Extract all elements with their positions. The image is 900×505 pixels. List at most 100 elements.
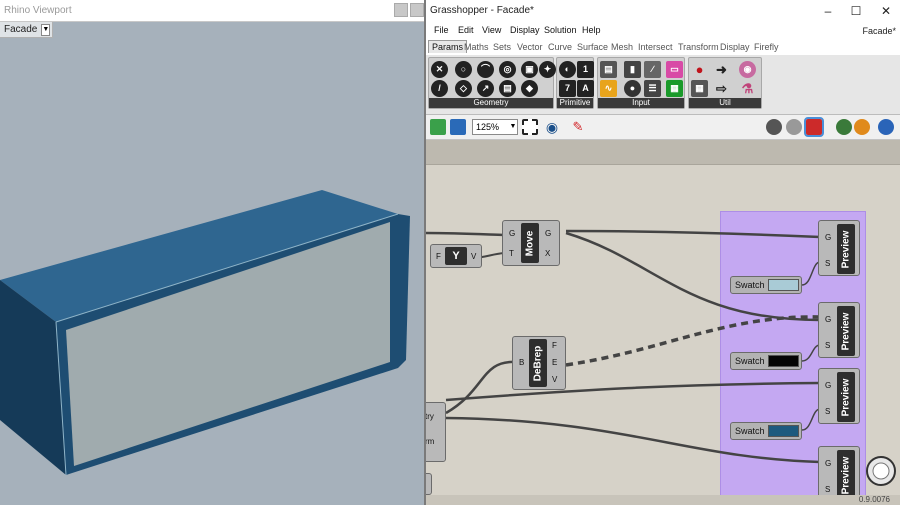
maximize-button[interactable]: ☐	[842, 2, 870, 20]
plane-param-icon[interactable]: ◇	[455, 80, 472, 97]
viewport-name-tab[interactable]: Facade ▼	[0, 22, 54, 38]
preview-wire-icon[interactable]	[766, 119, 782, 135]
menu-file[interactable]: File	[434, 25, 449, 35]
circle-param-icon[interactable]: ○	[455, 61, 472, 78]
eye-preview-icon[interactable]: ◉	[544, 119, 560, 135]
menu-help[interactable]: Help	[582, 25, 601, 35]
input-port-label: F	[436, 252, 441, 261]
panel-param-icon[interactable]: ▤	[600, 61, 617, 78]
digit-scroller-icon[interactable]: ●	[624, 80, 641, 97]
tab-sets[interactable]: Sets	[493, 42, 511, 52]
point-param-icon[interactable]: ✕	[431, 61, 448, 78]
gh-titlebar: Grasshopper - Facade* – ☐ ✕	[426, 0, 900, 22]
field-param-icon[interactable]: ✦	[539, 61, 556, 78]
import-param-icon[interactable]: ▦	[666, 80, 683, 97]
canvas-navigation-widget[interactable]	[864, 454, 898, 488]
menu-display[interactable]: Display	[510, 25, 540, 35]
tab-vector[interactable]: Vector	[517, 42, 543, 52]
tab-maths[interactable]: Maths	[464, 42, 489, 52]
toggle-param-icon[interactable]: ▮	[624, 61, 641, 78]
preview-component[interactable]: G S Preview	[818, 302, 860, 358]
tab-firefly[interactable]: Firefly	[754, 42, 779, 52]
preview-component[interactable]: G S Preview	[818, 220, 860, 276]
input-port-label: S	[825, 407, 831, 416]
tab-params[interactable]: Params	[428, 40, 468, 53]
tab-curve[interactable]: Curve	[548, 42, 572, 52]
arrow-outline-icon[interactable]: ⇨	[713, 80, 730, 97]
swatch-ball-icon[interactable]: ◉	[739, 61, 756, 78]
surface-param-icon[interactable]: ▤	[499, 80, 516, 97]
rhino-viewport[interactable]: Rhino Viewport Facade ▼	[0, 0, 424, 505]
input-port-label: G	[825, 315, 832, 324]
gh-canvas[interactable]: F Y V G T Move G X B DeBrep F E V try rm…	[426, 140, 900, 495]
debrep-component[interactable]: B DeBrep F E V	[512, 336, 566, 390]
tab-mesh[interactable]: Mesh	[611, 42, 633, 52]
move-component[interactable]: G T Move G X	[502, 220, 560, 266]
menu-edit[interactable]: Edit	[458, 25, 474, 35]
brep-param-icon[interactable]: ◎	[499, 61, 516, 78]
value-list-icon[interactable]: ☰	[644, 80, 661, 97]
arrow-right-icon[interactable]: ➜	[713, 61, 730, 78]
number-param-icon[interactable]: 7	[559, 80, 576, 97]
preview-component[interactable]: G S Preview	[818, 446, 860, 495]
input-port-label: S	[825, 485, 831, 494]
output-port-label: X	[545, 249, 551, 258]
save-file-icon[interactable]	[450, 119, 466, 135]
swatch-component[interactable]: Swatch	[730, 422, 802, 440]
panel-label-primitive: Primitive	[557, 98, 593, 108]
swatch-component[interactable]: Swatch	[730, 276, 802, 294]
chevron-down-icon[interactable]: ▼	[508, 119, 518, 135]
open-file-icon[interactable]	[430, 119, 446, 135]
geometry-param[interactable]: try rm	[426, 402, 446, 462]
jump-param-icon[interactable]: ▦	[691, 80, 708, 97]
boolean-param-icon[interactable]: ◐	[559, 61, 576, 78]
tab-transform[interactable]: Transform	[678, 42, 719, 52]
wire	[445, 360, 517, 415]
material-icon[interactable]	[854, 119, 870, 135]
flask-icon[interactable]: ⚗	[739, 80, 756, 97]
tab-intersect[interactable]: Intersect	[638, 42, 673, 52]
box-param-icon[interactable]: ◆	[521, 80, 538, 97]
line-param-icon[interactable]: /	[431, 80, 448, 97]
menu-solution[interactable]: Solution	[544, 25, 577, 35]
minimize-button[interactable]: –	[814, 2, 842, 20]
preview-selected-icon[interactable]	[804, 117, 824, 137]
bake-icon[interactable]	[836, 119, 852, 135]
close-button[interactable]: ✕	[872, 2, 900, 20]
tab-surface[interactable]: Surface	[577, 42, 608, 52]
preview-shaded-icon[interactable]	[786, 119, 802, 135]
swatch-color-black[interactable]	[768, 355, 799, 367]
component-ribbon: ✕ ○ ⌒ ◎ ▣ ✦ / ◇ ↗ ▤ ◆ Geometry ◐ 1 7 A P…	[426, 55, 900, 115]
text-param-icon[interactable]: A	[577, 80, 594, 97]
globe-icon[interactable]	[878, 119, 894, 135]
mesh-param-icon[interactable]: ▣	[521, 61, 538, 78]
input-port-label: S	[825, 341, 831, 350]
param-stub[interactable]	[426, 473, 432, 495]
viewport-close-button[interactable]	[410, 3, 424, 17]
panel-label-input: Input	[598, 98, 684, 108]
sketch-pen-icon[interactable]: ✎	[570, 119, 586, 135]
chevron-down-icon[interactable]: ▼	[41, 23, 51, 36]
swatch-color-light-blue[interactable]	[768, 279, 799, 291]
colour-swatch-icon[interactable]: ▭	[666, 61, 683, 78]
swatch-color-dark-blue[interactable]	[768, 425, 799, 437]
graph-mapper-icon[interactable]: ∿	[600, 80, 617, 97]
cherry-icon[interactable]: ●	[691, 61, 708, 78]
curve-param-icon[interactable]: ⌒	[477, 61, 494, 78]
vector-component[interactable]: F Y V	[430, 244, 482, 268]
panel-util: ● ➜ ◉ ▦ ⇨ ⚗ Util	[688, 57, 762, 109]
move-title: Move	[521, 223, 539, 263]
output-port-label: F	[552, 341, 557, 350]
viewport-restore-button[interactable]	[394, 3, 408, 17]
zoom-extents-icon[interactable]	[522, 119, 538, 135]
gradient-param-icon[interactable]: ∕	[644, 61, 661, 78]
preview-component[interactable]: G S Preview	[818, 368, 860, 424]
move-label: Move	[524, 230, 536, 256]
wire	[565, 229, 821, 239]
vector-param-icon[interactable]: ↗	[477, 80, 494, 97]
menu-view[interactable]: View	[482, 25, 501, 35]
status-bar: 0.9.0076	[426, 495, 900, 505]
tab-display[interactable]: Display	[720, 42, 750, 52]
integer-param-icon[interactable]: 1	[577, 61, 594, 78]
swatch-component[interactable]: Swatch	[730, 352, 802, 370]
